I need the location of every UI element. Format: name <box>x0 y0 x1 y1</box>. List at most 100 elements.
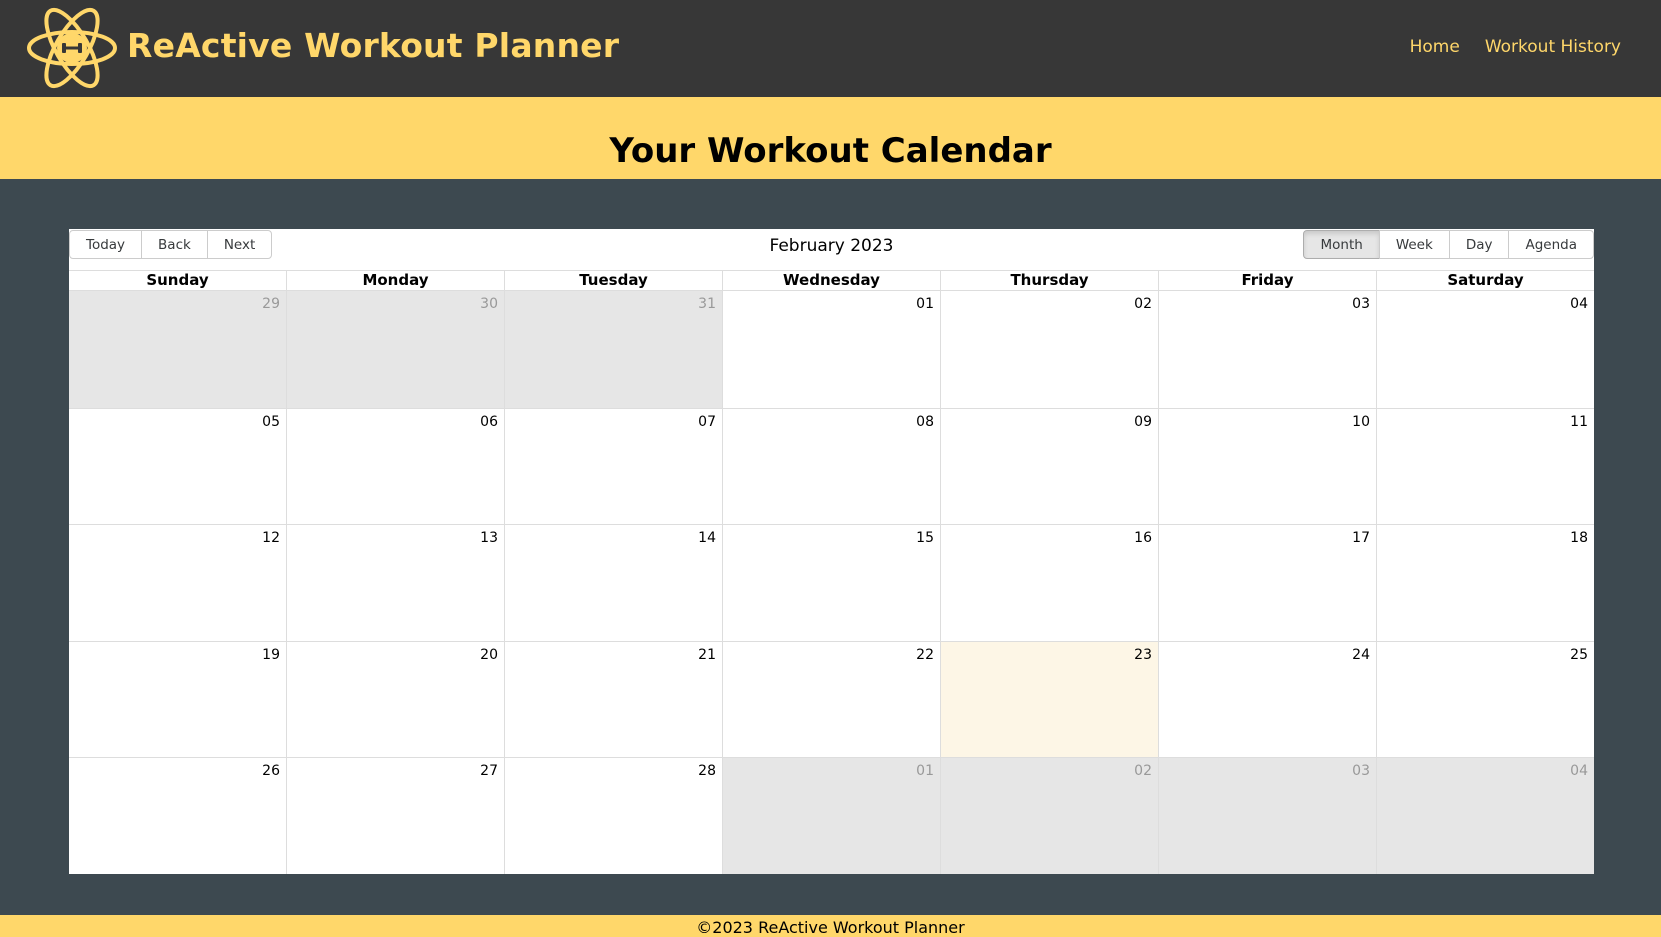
day-number[interactable]: 25 <box>1570 647 1588 663</box>
page-footer: ©2023 ReActive Workout Planner <box>0 915 1661 937</box>
day-number[interactable]: 18 <box>1570 530 1588 546</box>
day-cell[interactable]: 24 <box>1158 641 1376 758</box>
day-number[interactable]: 19 <box>262 647 280 663</box>
weekday-header-monday: Monday <box>286 271 504 290</box>
day-number[interactable]: 22 <box>916 647 934 663</box>
day-number[interactable]: 21 <box>698 647 716 663</box>
day-number[interactable]: 24 <box>1352 647 1370 663</box>
day-cell[interactable]: 25 <box>1376 641 1594 758</box>
day-number[interactable]: 31 <box>698 296 716 312</box>
day-cell[interactable]: 02 <box>940 291 1158 408</box>
calendar-view-buttons: Month Week Day Agenda <box>1303 230 1594 259</box>
day-number[interactable]: 02 <box>1134 763 1152 779</box>
main-nav: Home Workout History <box>1410 37 1621 57</box>
day-cell[interactable]: 14 <box>504 525 722 641</box>
nav-link-home[interactable]: Home <box>1410 37 1460 57</box>
month-view-button[interactable]: Month <box>1303 230 1380 259</box>
weekday-header-tuesday: Tuesday <box>504 271 722 290</box>
day-number[interactable]: 20 <box>480 647 498 663</box>
weekday-header-row: Sunday Monday Tuesday Wednesday Thursday… <box>69 271 1594 291</box>
day-number[interactable]: 06 <box>480 414 498 430</box>
next-button[interactable]: Next <box>206 230 273 259</box>
day-cell[interactable]: 17 <box>1158 525 1376 641</box>
day-cell[interactable]: 26 <box>69 758 286 874</box>
week-view-button[interactable]: Week <box>1378 230 1450 259</box>
week-row: 12 13 14 15 16 17 18 <box>69 524 1594 641</box>
day-cell[interactable]: 21 <box>504 641 722 758</box>
day-cell[interactable]: 09 <box>940 408 1158 525</box>
page-banner: Your Workout Calendar <box>0 97 1661 179</box>
day-number[interactable]: 01 <box>916 296 934 312</box>
day-number[interactable]: 09 <box>1134 414 1152 430</box>
agenda-view-button[interactable]: Agenda <box>1508 230 1594 259</box>
day-number[interactable]: 16 <box>1134 530 1152 546</box>
day-cell-off-range[interactable]: 29 <box>69 291 286 408</box>
calendar-nav-buttons: Today Back Next <box>69 230 273 259</box>
calendar-toolbar: Today Back Next February 2023 Month Week… <box>69 229 1594 271</box>
week-row: 29 30 31 01 02 03 04 <box>69 291 1594 408</box>
day-cell-today[interactable]: 23 <box>940 641 1158 758</box>
day-number[interactable]: 03 <box>1352 763 1370 779</box>
day-number[interactable]: 28 <box>698 763 716 779</box>
day-cell[interactable]: 12 <box>69 525 286 641</box>
day-cell[interactable]: 11 <box>1376 408 1594 525</box>
calendar-weeks: 29 30 31 01 02 03 04 05 06 07 08 09 10 11 12 13 14 15 16 17… <box>69 291 1594 874</box>
week-row: 19 20 21 22 23 24 25 <box>69 640 1594 758</box>
day-number[interactable]: 10 <box>1352 414 1370 430</box>
month-view: Sunday Monday Tuesday Wednesday Thursday… <box>69 270 1594 874</box>
day-cell[interactable]: 04 <box>1376 291 1594 408</box>
day-number[interactable]: 23 <box>1134 647 1152 663</box>
back-button[interactable]: Back <box>141 230 208 259</box>
day-number[interactable]: 29 <box>262 296 280 312</box>
weekday-header-friday: Friday <box>1158 271 1376 290</box>
day-number[interactable]: 12 <box>262 530 280 546</box>
day-cell-off-range[interactable]: 04 <box>1376 758 1594 874</box>
day-cell[interactable]: 18 <box>1376 525 1594 641</box>
day-cell[interactable]: 13 <box>286 525 504 641</box>
day-cell[interactable]: 20 <box>286 641 504 758</box>
day-cell-off-range[interactable]: 31 <box>504 291 722 408</box>
day-cell[interactable]: 16 <box>940 525 1158 641</box>
weekday-header-sunday: Sunday <box>146 271 209 289</box>
day-number[interactable]: 27 <box>480 763 498 779</box>
day-cell[interactable]: 06 <box>286 408 504 525</box>
page-title: Your Workout Calendar <box>609 131 1052 171</box>
day-number[interactable]: 26 <box>262 763 280 779</box>
day-number[interactable]: 04 <box>1570 296 1588 312</box>
today-button[interactable]: Today <box>69 230 143 259</box>
day-cell[interactable]: 10 <box>1158 408 1376 525</box>
day-cell-off-range[interactable]: 03 <box>1158 758 1376 874</box>
day-number[interactable]: 15 <box>916 530 934 546</box>
day-number[interactable]: 01 <box>916 763 934 779</box>
day-number[interactable]: 02 <box>1134 296 1152 312</box>
day-cell[interactable]: 01 <box>722 291 940 408</box>
day-cell-off-range[interactable]: 01 <box>722 758 940 874</box>
day-number[interactable]: 03 <box>1352 296 1370 312</box>
day-cell-off-range[interactable]: 02 <box>940 758 1158 874</box>
day-cell[interactable]: 07 <box>504 408 722 525</box>
app-header: ReActive Workout Planner Home Workout Hi… <box>0 0 1661 97</box>
day-number[interactable]: 17 <box>1352 530 1370 546</box>
day-cell[interactable]: 28 <box>504 758 722 874</box>
day-cell[interactable]: 08 <box>722 408 940 525</box>
day-cell[interactable]: 03 <box>1158 291 1376 408</box>
day-cell[interactable]: 15 <box>722 525 940 641</box>
day-cell[interactable]: 22 <box>722 641 940 758</box>
day-number[interactable]: 04 <box>1570 763 1588 779</box>
week-row: 26 27 28 01 02 03 04 <box>69 757 1594 874</box>
day-cell[interactable]: 19 <box>69 641 286 758</box>
day-number[interactable]: 05 <box>262 414 280 430</box>
atom-dumbbell-icon[interactable] <box>26 6 118 90</box>
day-view-button[interactable]: Day <box>1448 230 1510 259</box>
day-number[interactable]: 11 <box>1570 414 1588 430</box>
nav-link-workout-history[interactable]: Workout History <box>1485 37 1621 57</box>
day-cell[interactable]: 27 <box>286 758 504 874</box>
weekday-header-wednesday: Wednesday <box>722 271 940 290</box>
day-number[interactable]: 30 <box>480 296 498 312</box>
day-cell-off-range[interactable]: 30 <box>286 291 504 408</box>
day-number[interactable]: 13 <box>480 530 498 546</box>
day-number[interactable]: 08 <box>916 414 934 430</box>
day-number[interactable]: 07 <box>698 414 716 430</box>
day-number[interactable]: 14 <box>698 530 716 546</box>
day-cell[interactable]: 05 <box>69 408 286 525</box>
